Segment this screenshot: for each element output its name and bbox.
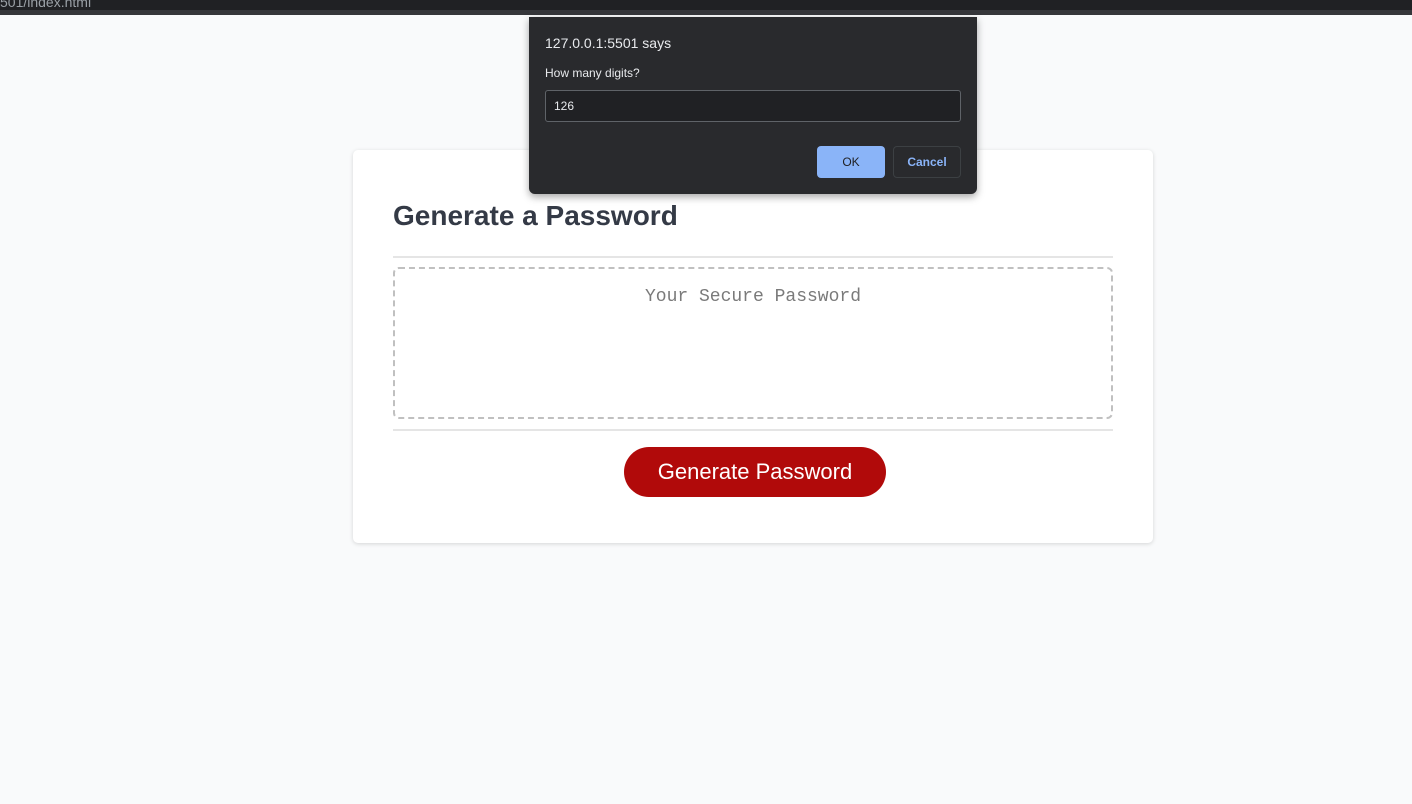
password-output[interactable]	[393, 267, 1113, 419]
prompt-dialog: 127.0.0.1:5501 says How many digits? OK …	[529, 17, 977, 194]
ok-button[interactable]: OK	[817, 146, 885, 178]
dialog-origin-text: 127.0.0.1:5501 says	[545, 35, 672, 51]
address-url-text: 501/index.html	[0, 0, 92, 10]
card-divider-top	[393, 256, 1113, 258]
dialog-message: How many digits?	[545, 66, 640, 80]
password-generator-card: Generate a Password Generate Password	[353, 150, 1153, 543]
page-title: Generate a Password	[393, 200, 678, 231]
cancel-button[interactable]: Cancel	[893, 146, 961, 178]
browser-address-bar[interactable]: 501/index.html	[0, 0, 1412, 15]
card-divider-bottom	[393, 429, 1113, 431]
dialog-input[interactable]	[545, 90, 961, 122]
generate-password-button[interactable]: Generate Password	[624, 447, 886, 497]
